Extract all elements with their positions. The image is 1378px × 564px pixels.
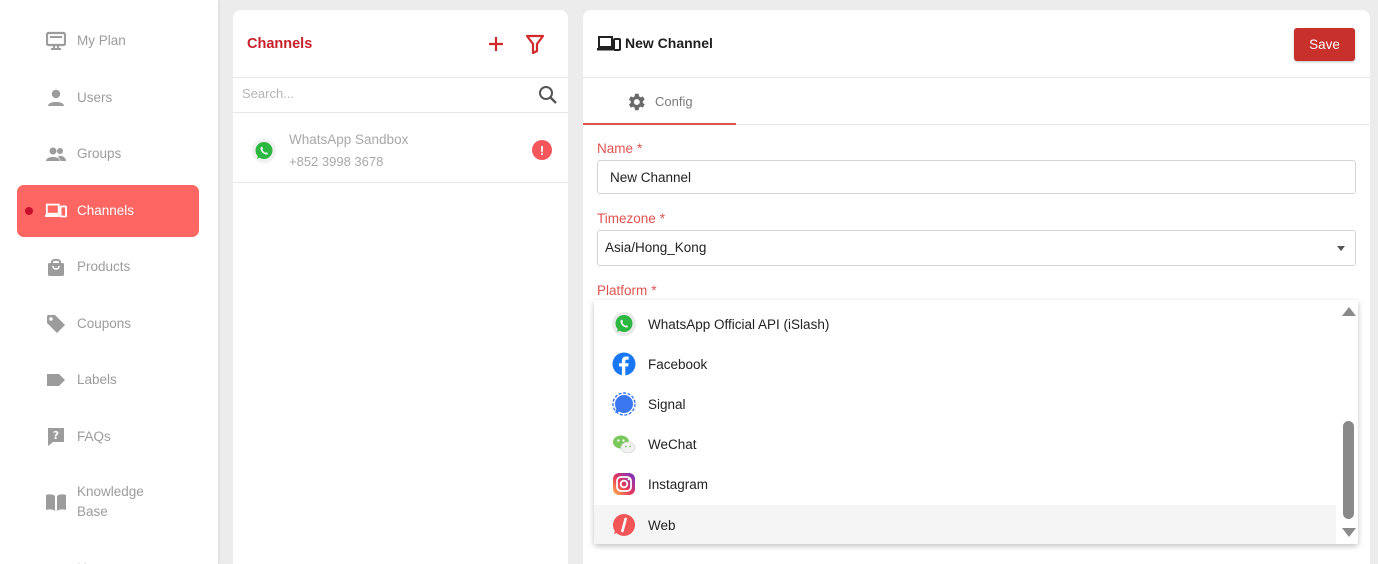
filter-button[interactable] — [525, 34, 545, 55]
platform-option-instagram[interactable]: Instagram — [594, 464, 1336, 504]
option-label: Signal — [648, 397, 686, 412]
channels-panel: Channels WhatsApp Sandbox +852 3998 3678… — [233, 10, 568, 564]
timezone-label-text: Timezone — [597, 211, 656, 226]
search-icon[interactable] — [538, 85, 558, 105]
bag-icon — [45, 256, 67, 278]
whatsapp-icon — [252, 139, 276, 163]
required-mark: * — [637, 141, 643, 156]
scrollbar-thumb[interactable] — [1343, 421, 1354, 519]
filter-icon — [525, 34, 545, 55]
sidebar-item-label: M — [77, 558, 87, 564]
option-label: Facebook — [648, 357, 708, 372]
sidebar-item-label: Coupons — [77, 316, 132, 331]
label-icon — [45, 369, 67, 391]
sidebar-item-label: Channels — [77, 203, 135, 218]
sidebar-item-knowledge-base[interactable]: Knowledge Base — [17, 476, 199, 528]
timezone-label: Timezone * — [597, 211, 665, 226]
whatsapp-icon — [612, 312, 636, 336]
sidebar-item-more[interactable]: M — [17, 554, 199, 564]
search-input[interactable] — [242, 86, 522, 101]
book-icon — [45, 491, 67, 513]
facebook-icon — [612, 352, 636, 376]
sidebar-item-groups[interactable]: Groups — [17, 128, 199, 180]
option-label: Web — [648, 518, 676, 533]
active-indicator — [25, 207, 33, 215]
required-mark: * — [659, 211, 666, 226]
signal-icon — [612, 392, 636, 416]
sidebar-item-labels[interactable]: Labels — [17, 354, 199, 406]
platform-option-web[interactable]: Web — [594, 505, 1336, 544]
add-channel-button[interactable] — [486, 34, 506, 54]
dropdown-scrollbar[interactable] — [1338, 300, 1358, 544]
plus-icon — [489, 37, 503, 51]
gear-icon — [625, 91, 647, 113]
sidebar-item-faqs[interactable]: ? FAQs — [17, 411, 199, 463]
timezone-value: Asia/Hong_Kong — [605, 240, 707, 255]
wechat-icon — [612, 432, 636, 456]
platform-option-signal[interactable]: Signal — [594, 384, 1336, 424]
instagram-icon — [612, 472, 636, 496]
channels-header: Channels — [233, 10, 568, 78]
scroll-down-icon[interactable] — [1342, 528, 1356, 537]
sidebar-item-label: Users — [77, 90, 113, 105]
timezone-select[interactable]: Asia/Hong_Kong — [597, 230, 1356, 266]
sidebar-item-users[interactable]: Users — [17, 72, 199, 124]
option-label: Instagram — [648, 477, 709, 492]
caret-down-icon — [1337, 246, 1345, 251]
name-label-text: Name — [597, 141, 634, 156]
devices-icon — [597, 34, 621, 54]
svg-text:?: ? — [53, 429, 59, 442]
sidebar-item-label: Labels — [77, 372, 117, 387]
name-label: Name * — [597, 141, 642, 156]
platform-dropdown: WhatsApp Official API (iSlash) Facebook … — [594, 300, 1358, 544]
tag-icon — [45, 313, 67, 335]
plan-icon — [45, 30, 67, 52]
sidebar-item-coupons[interactable]: Coupons — [17, 298, 199, 350]
option-label: WhatsApp Official API (iSlash) — [648, 317, 830, 332]
form-tabs: Config — [583, 78, 1370, 125]
warning-icon: ! — [532, 140, 552, 160]
tab-label: Config — [655, 94, 693, 109]
required-mark: * — [651, 283, 657, 298]
platform-label: Platform * — [597, 283, 657, 298]
sidebar-item-label: Knowledge Base — [77, 482, 144, 522]
platform-option-whatsapp[interactable]: WhatsApp Official API (iSlash) — [594, 304, 1336, 344]
channel-list-item[interactable]: WhatsApp Sandbox +852 3998 3678 ! — [233, 113, 568, 183]
sidebar-item-my-plan[interactable]: My Plan — [17, 15, 199, 67]
name-input[interactable] — [597, 160, 1356, 194]
channel-name: WhatsApp Sandbox — [289, 132, 409, 147]
user-icon — [45, 87, 67, 109]
web-icon — [612, 513, 636, 537]
sidebar-item-label: Products — [77, 259, 131, 274]
label-line-1: Knowledge — [77, 484, 144, 499]
option-label: WeChat — [648, 437, 697, 452]
tab-config[interactable]: Config — [583, 78, 736, 125]
sidebar: My Plan Users Groups Channels Products C… — [0, 0, 218, 564]
channel-phone: +852 3998 3678 — [289, 154, 384, 169]
sidebar-item-label: My Plan — [77, 33, 126, 48]
devices-icon — [45, 200, 67, 222]
platform-option-facebook[interactable]: Facebook — [594, 344, 1336, 384]
form-header: New Channel Save — [583, 10, 1370, 78]
channels-title: Channels — [247, 35, 313, 52]
form-title: New Channel — [625, 35, 713, 51]
groups-icon — [45, 143, 67, 165]
channel-search — [233, 78, 568, 113]
label-line-2: Base — [77, 504, 108, 519]
platform-label-text: Platform — [597, 283, 648, 298]
scroll-up-icon[interactable] — [1342, 307, 1356, 316]
save-button[interactable]: Save — [1294, 28, 1355, 61]
platform-option-wechat[interactable]: WeChat — [594, 424, 1336, 464]
sidebar-item-label: FAQs — [77, 429, 111, 444]
sidebar-item-channels[interactable]: Channels — [17, 185, 199, 237]
sidebar-item-label: Groups — [77, 146, 122, 161]
sidebar-item-products[interactable]: Products — [17, 241, 199, 293]
question-icon: ? — [45, 426, 67, 448]
